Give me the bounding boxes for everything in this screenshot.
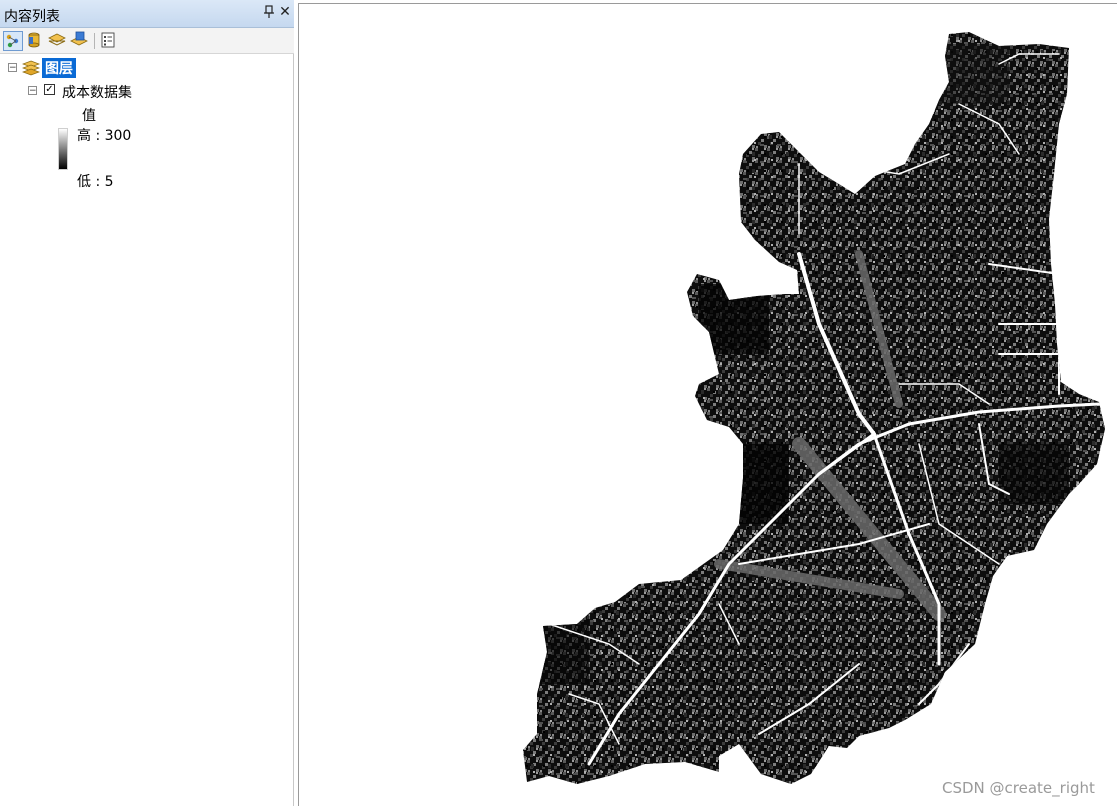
table-of-contents-panel: 内容列表 ✕ − 图层 − ✓ 成本数据集 值 高: 300 低: 5 xyxy=(0,0,294,806)
list-by-drawing-order-button[interactable] xyxy=(3,31,23,51)
legend-high-label: 高 : 300 xyxy=(77,128,132,144)
legend-color-ramp xyxy=(58,128,68,170)
legend-low-label: 低 : 5 xyxy=(77,174,114,190)
layers-root-label[interactable]: 图层 xyxy=(42,58,76,78)
close-icon[interactable]: ✕ xyxy=(278,4,292,20)
layer-visibility-checkbox[interactable]: ✓ xyxy=(44,84,55,95)
toc-titlebar: 内容列表 ✕ xyxy=(0,0,294,28)
map-view[interactable] xyxy=(298,3,1117,806)
options-icon xyxy=(101,32,115,48)
layer-expander[interactable]: − xyxy=(28,86,37,96)
watermark: CSDN @create_right xyxy=(942,779,1095,797)
pin-icon[interactable] xyxy=(262,5,276,21)
toc-toolbar xyxy=(0,28,294,54)
toolbar-separator xyxy=(94,33,95,49)
options-button[interactable] xyxy=(99,31,119,51)
layer-name[interactable]: 成本数据集 xyxy=(62,82,132,102)
list-by-drawing-order-icon xyxy=(6,34,19,48)
list-by-source-button[interactable] xyxy=(25,31,45,51)
list-by-selection-button[interactable] xyxy=(70,31,90,51)
legend-field-label: 值 xyxy=(82,108,96,124)
cost-raster-map xyxy=(523,32,1105,784)
layers-expander[interactable]: − xyxy=(8,63,17,73)
layers-icon xyxy=(21,58,41,80)
list-by-source-icon xyxy=(28,32,40,48)
toc-title: 内容列表 xyxy=(4,9,60,25)
list-by-selection-icon xyxy=(70,31,88,46)
raster-cells xyxy=(523,32,1105,784)
list-by-visibility-button[interactable] xyxy=(48,31,68,51)
list-by-visibility-icon xyxy=(48,33,66,46)
